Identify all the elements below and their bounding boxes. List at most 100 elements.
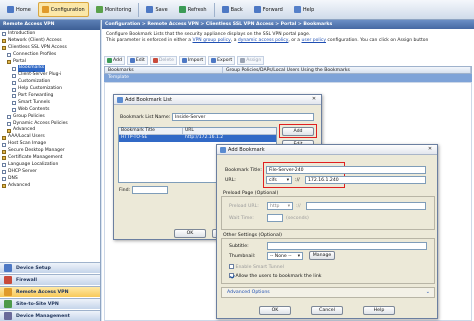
import-icon [181,57,187,63]
nav-section-remote-access-vpn[interactable]: Remote Access VPN [0,286,100,297]
nav-tree: Introduction Network (Client) Access Clien… [2,31,98,189]
breadcrumb: Configuration > Remote Access VPN > Clie… [102,20,474,29]
vpn-group-policy-link[interactable]: VPN group policy [192,38,230,43]
thumbnail-select[interactable]: -- None -- ▾ [267,252,303,260]
edit-button[interactable]: Edit [126,55,148,65]
tree-item-label: Help Customization [18,86,62,92]
refresh-button[interactable]: Refresh [175,2,211,17]
dynamic-access-policy-link[interactable]: dynamic access policy [238,38,289,43]
tree-item[interactable]: Certificate Management [2,155,98,162]
tree-item[interactable]: Client-Server Plug-i [2,72,98,79]
nav-section-firewall[interactable]: Firewall [0,274,100,285]
nav-section-device-setup[interactable]: Device Setup [0,262,100,273]
user-policy-link[interactable]: user policy [302,38,327,43]
column-header-bookmark-title[interactable]: Bookmark Title [119,128,183,134]
section-icon [4,276,12,284]
edit-icon [129,57,135,63]
tree-item[interactable]: Port Forwarding [2,93,98,100]
table-header: Bookmark Title URL [119,128,276,135]
tree-item-label: Group Policies [13,113,45,119]
dialog-title-bar: Add Bookmark ✕ [217,145,437,155]
export-button[interactable]: Export [208,55,236,65]
tree-item[interactable]: DNS [2,176,98,183]
save-button[interactable]: Save [142,2,171,17]
delete-button[interactable]: Delete [149,55,177,65]
nav-section-site-to-site-vpn[interactable]: Site-to-Site VPN [0,298,100,309]
folder-icon [2,156,6,161]
tree-item[interactable]: Web Contents [2,107,98,114]
tree-item[interactable]: Introduction [2,31,98,38]
wait-time-input[interactable] [267,214,283,222]
allow-users-label: Allow the users to bookmark the link [235,274,322,279]
find-input[interactable] [132,186,168,194]
refresh-icon [178,6,186,13]
nav-section-device-management[interactable]: Device Management [0,310,100,321]
page-icon [12,108,16,113]
tree-item[interactable]: Network (Client) Access [2,38,98,45]
table-row[interactable]: Template [104,74,472,82]
tree-item-label: Smart Tunnels [18,99,51,105]
subtitle-input[interactable] [267,242,427,250]
smart-tunnel-row: Enable Smart Tunnel [229,264,284,270]
folder-icon [2,149,6,154]
import-button[interactable]: Import [178,55,207,65]
allow-users-checkbox[interactable] [229,273,234,278]
preload-protocol-select[interactable]: http ▾ [267,202,293,210]
main-toolbar: Home Configuration Monitoring Save Refresh Ba… [0,0,474,20]
assign-button[interactable]: Assign [237,55,265,65]
manage-button[interactable]: Manage [309,251,335,260]
preload-url-input[interactable] [306,202,426,210]
bookmark-title-input[interactable]: File-Server-240 [266,166,426,174]
table-row[interactable]: HTTP-TO-SE http://172.16.1.2 [119,135,276,142]
action-label: Edit [135,57,145,63]
tree-item[interactable]: Help Customization [2,86,98,93]
tree-item[interactable]: Connection Profiles [2,52,98,59]
nav-section-label: Device Setup [16,265,51,271]
action-label: Add [113,57,122,63]
smart-tunnel-checkbox[interactable] [229,264,234,269]
left-navigation-panel: Remote Access VPN Introduction Network (C… [0,20,101,321]
ok-button[interactable]: OK [174,229,206,238]
description-line-2: This parameter is enforced in either a V… [106,38,472,44]
tree-item[interactable]: Language Localization [2,162,98,169]
close-icon[interactable]: ✕ [426,146,434,153]
configuration-button[interactable]: Configuration [37,2,89,17]
column-header-url[interactable]: URL [183,128,276,134]
help-button[interactable]: Help [363,306,395,315]
delete-icon [152,57,158,63]
tree-item[interactable]: Group Policies [2,114,98,121]
tree-item[interactable]: Advanced [2,183,98,190]
url-input[interactable]: 172.16.1.240 [305,176,426,184]
add-bookmark-button[interactable]: Add [282,127,314,136]
monitoring-button[interactable]: Monitoring [92,2,136,17]
tree-item[interactable]: Secure Desktop Manager [2,148,98,155]
ok-button[interactable]: OK [259,306,291,315]
help-button[interactable]: Help [290,2,318,17]
list-name-input[interactable]: Inside-Server [172,113,314,121]
tree-item[interactable]: DHCP Server [2,169,98,176]
chevron-down-icon: ▾ [286,178,289,183]
close-icon[interactable]: ✕ [310,96,318,103]
url-protocol-select[interactable]: cifs ▾ [266,176,292,184]
folder-icon [7,128,11,133]
back-button[interactable]: Back [218,2,247,17]
advanced-options-expander[interactable]: Advanced Options ⌄ [221,287,435,298]
toolbar-label: Help [302,6,315,13]
add-button[interactable]: Add [104,55,125,65]
page-icon [12,66,16,71]
nav-section-label: Firewall [16,277,38,283]
wait-time-unit: (seconds) [286,216,309,221]
action-label: Export [217,57,233,63]
forward-button[interactable]: Forward [250,2,287,17]
cancel-button[interactable]: Cancel [311,306,343,315]
tree-item[interactable]: Smart Tunnels [2,100,98,107]
home-button[interactable]: Home [3,2,35,17]
tree-item-label: Clientless SSL VPN Access [8,44,67,50]
tree-item[interactable]: Clientless SSL VPN Access [2,45,98,52]
column-header-bookmarks[interactable]: Bookmarks [105,67,223,73]
home-icon [7,6,14,13]
toolbar-label: Forward [262,6,283,13]
add-bookmark-dialog: Add Bookmark ✕ Bookmark Title: File-Serv… [216,144,438,319]
tree-item[interactable]: Portal [2,59,98,66]
column-header-used-by[interactable]: Group Policies/DAPs/Local Users Using th… [223,67,471,73]
